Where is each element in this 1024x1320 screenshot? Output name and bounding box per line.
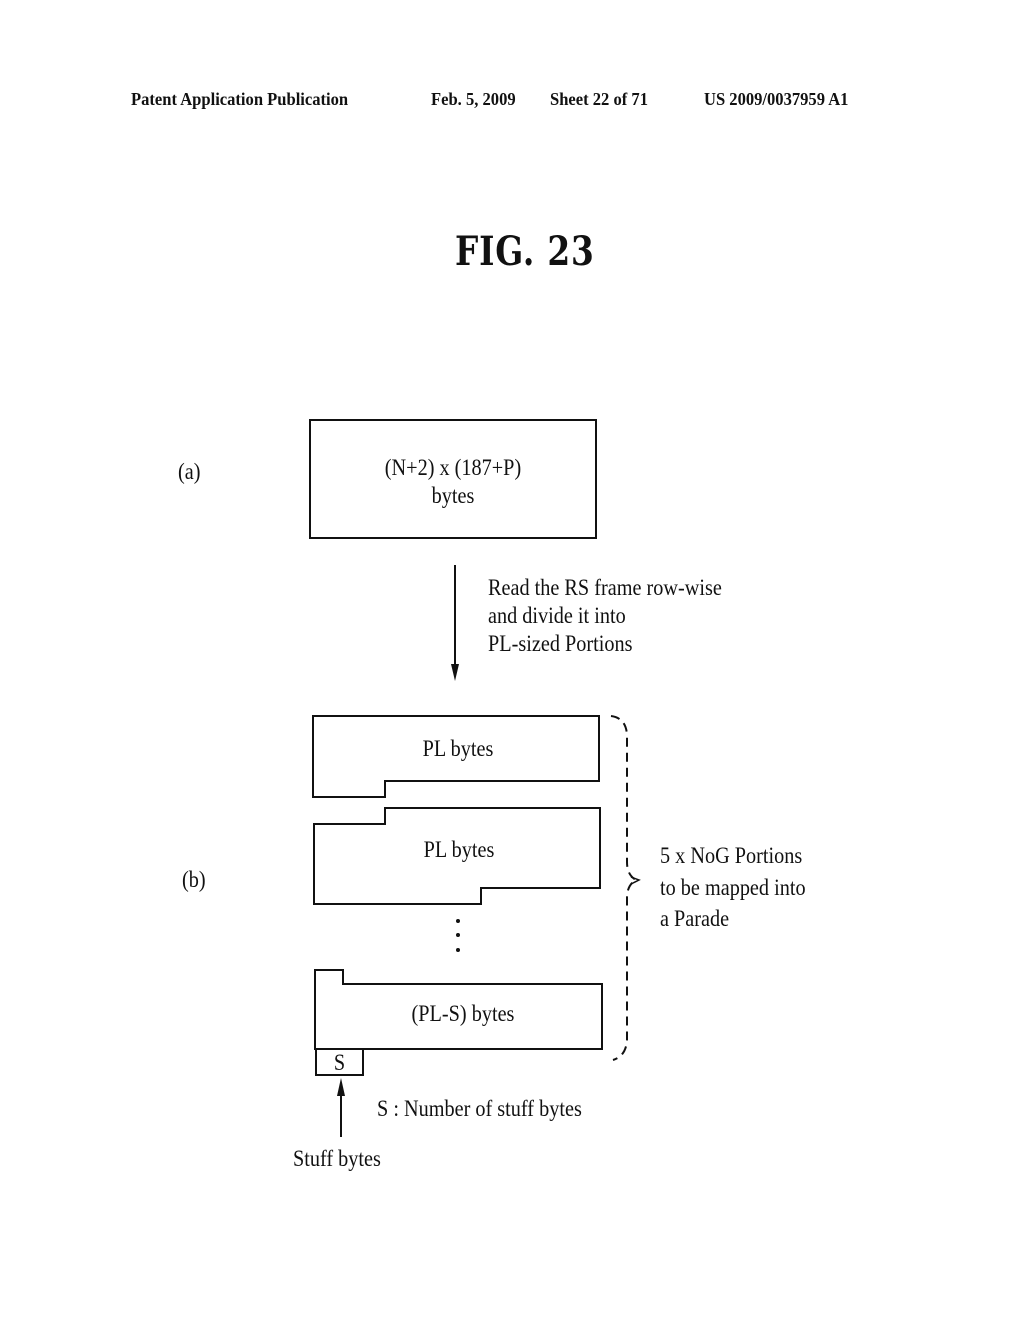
rs-frame-size-text: (N+2) x (187+P) [384,455,522,480]
stuff-legend: S : Number of stuff bytes [377,1096,582,1121]
ellipsis-dot [456,948,460,952]
part-a-label: (a) [178,459,201,484]
stuff-box-label: S [333,1050,346,1075]
down-arrowhead [451,664,459,681]
brace-text-line1: 5 x NoG Portions [660,843,803,868]
part-b-label: (b) [182,867,206,892]
brace-text-line3: a Parade [660,906,730,931]
ellipsis-dot [456,919,460,923]
portion-label-1: PL bytes [422,736,494,761]
stuff-bytes-label: Stuff bytes [293,1146,381,1171]
portion-label-2: PL bytes [423,837,495,862]
transition-text-line2: and divide it into [488,603,626,628]
portion-label-last: (PL-S) bytes [411,1001,515,1026]
transition-text-line1: Read the RS frame row-wise [488,575,722,600]
transition-text-line3: PL-sized Portions [488,631,633,656]
curly-brace [610,715,639,1061]
brace-tip [630,876,641,885]
ellipsis-dot [456,933,460,937]
brace-text-line2: to be mapped into [660,875,806,900]
stuff-bytes-arrowhead [337,1078,345,1096]
rs-frame-unit-text: bytes [431,483,475,508]
